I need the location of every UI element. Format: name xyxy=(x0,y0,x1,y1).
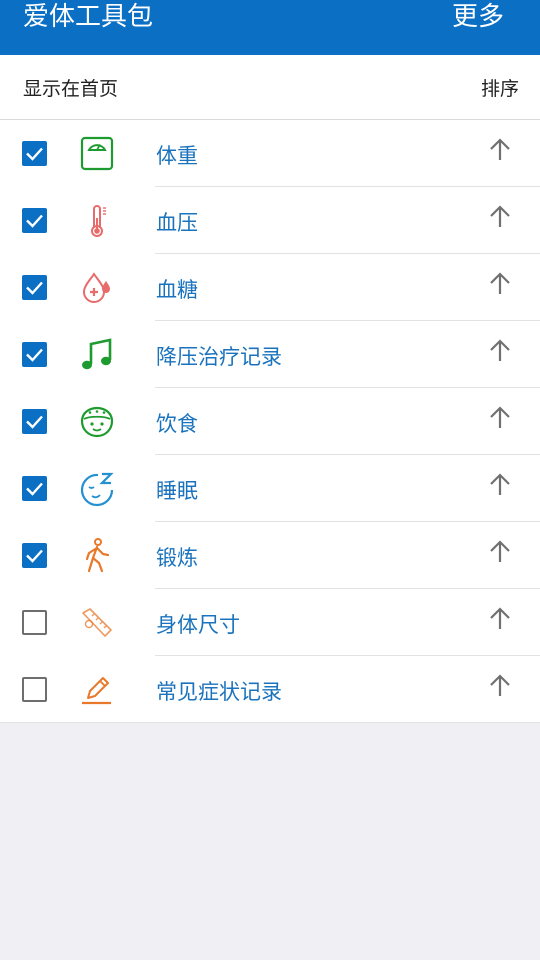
tool-label: 血压 xyxy=(156,211,198,235)
food-bowl-icon xyxy=(80,406,114,438)
move-up-arrow-icon[interactable] xyxy=(486,471,514,499)
tool-label: 锻炼 xyxy=(156,546,198,570)
move-up-arrow-icon[interactable] xyxy=(486,136,514,164)
tool-label: 血糖 xyxy=(156,278,198,302)
thermometer-icon xyxy=(91,205,106,237)
checkmark-icon xyxy=(26,348,43,362)
tool-row-sleep: 睡眠 xyxy=(0,455,540,522)
checkmark-icon xyxy=(26,281,43,295)
tool-row-blood-pressure: 血压 xyxy=(0,187,540,254)
tool-checkbox-exercise[interactable] xyxy=(22,543,47,568)
tool-label: 体重 xyxy=(156,144,198,168)
move-up-arrow-icon[interactable] xyxy=(486,337,514,365)
sleep-face-icon xyxy=(80,472,114,507)
tool-checkbox-bp-treatment[interactable] xyxy=(22,342,47,367)
measuring-tape-icon xyxy=(82,608,112,637)
app-title: 爱体工具包 xyxy=(23,2,154,32)
tool-label: 身体尺寸 xyxy=(156,613,240,637)
tool-row-symptoms: 常见症状记录 xyxy=(0,656,540,723)
tool-label: 常见症状记录 xyxy=(156,680,282,704)
walking-person-icon xyxy=(85,538,110,573)
tool-list: 体重 血压 血糖 降压治疗记录 饮食 睡眠 锻炼 身体尺寸 常见症状记录 xyxy=(0,120,540,723)
tool-checkbox-body-size[interactable] xyxy=(22,610,47,635)
move-up-arrow-icon[interactable] xyxy=(486,404,514,432)
blood-drop-icon xyxy=(82,272,110,303)
tool-row-exercise: 锻炼 xyxy=(0,522,540,589)
tool-label: 睡眠 xyxy=(156,479,198,503)
checkmark-icon xyxy=(26,482,43,496)
checkmark-icon xyxy=(26,549,43,563)
tool-checkbox-symptoms[interactable] xyxy=(22,677,47,702)
tool-checkbox-blood-pressure[interactable] xyxy=(22,208,47,233)
show-on-home-label: 显示在首页 xyxy=(23,78,119,100)
tool-checkbox-sleep[interactable] xyxy=(22,476,47,501)
tool-row-body-size: 身体尺寸 xyxy=(0,589,540,656)
move-up-arrow-icon[interactable] xyxy=(486,605,514,633)
move-up-arrow-icon[interactable] xyxy=(486,270,514,298)
app-bar: 爱体工具包 更多 xyxy=(0,0,540,55)
tool-label: 饮食 xyxy=(156,412,198,436)
pencil-icon xyxy=(82,677,111,705)
tool-row-weight: 体重 xyxy=(0,120,540,187)
checkmark-icon xyxy=(26,415,43,429)
more-button[interactable]: 更多 xyxy=(452,0,504,34)
tool-checkbox-weight[interactable] xyxy=(22,141,47,166)
tool-label: 降压治疗记录 xyxy=(156,345,282,369)
move-up-arrow-icon[interactable] xyxy=(486,538,514,566)
checkmark-icon xyxy=(26,214,43,228)
sort-label: 排序 xyxy=(480,78,519,100)
music-note-icon xyxy=(82,338,112,370)
tool-row-blood-sugar: 血糖 xyxy=(0,254,540,321)
tool-checkbox-blood-sugar[interactable] xyxy=(22,275,47,300)
tool-row-bp-treatment: 降压治疗记录 xyxy=(0,321,540,388)
tool-checkbox-diet[interactable] xyxy=(22,409,47,434)
scale-icon xyxy=(80,136,114,171)
list-header: 显示在首页 排序 xyxy=(0,55,540,120)
checkmark-icon xyxy=(26,147,43,161)
move-up-arrow-icon[interactable] xyxy=(486,203,514,231)
tool-row-diet: 饮食 xyxy=(0,388,540,455)
move-up-arrow-icon[interactable] xyxy=(486,672,514,700)
